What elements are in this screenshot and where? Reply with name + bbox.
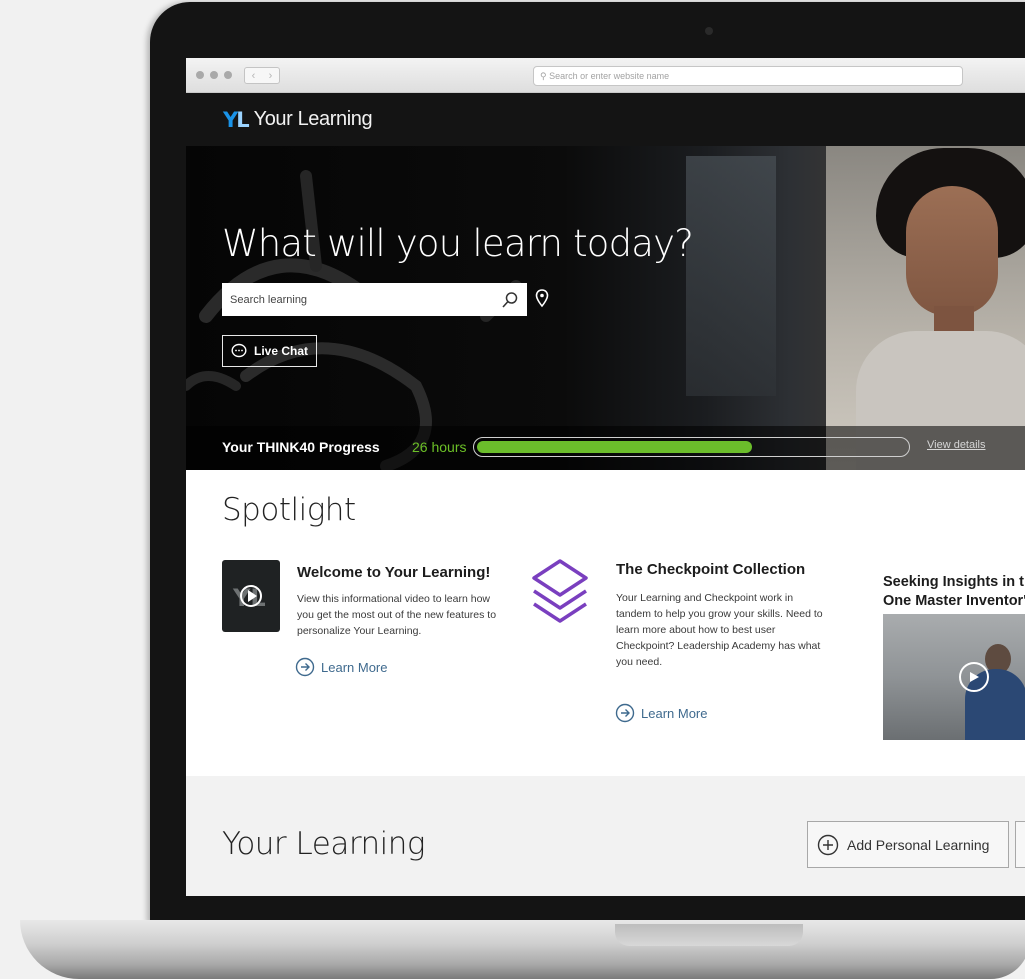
play-video-icon [959, 662, 989, 692]
search-box [222, 283, 527, 316]
hero-title: What will you learn today? [222, 222, 694, 265]
welcome-card-title[interactable]: Welcome to Your Learning! [297, 564, 490, 581]
spotlight-title: Spotlight [222, 492, 356, 528]
your-learning-logo[interactable]: YL [223, 108, 250, 132]
laptop-hinge-notch [615, 924, 803, 946]
welcome-card-description: View this informational video to learn h… [297, 593, 497, 637]
plus-circle-icon [817, 834, 839, 855]
your-learning-title: Your Learning [222, 826, 426, 862]
welcome-learn-more-link[interactable]: Learn More [295, 657, 387, 677]
laptop-base [20, 920, 1025, 979]
view-details-link[interactable]: View details [927, 439, 986, 451]
hero-background-window [686, 156, 776, 396]
secondary-action-button[interactable] [1015, 821, 1025, 868]
search-input[interactable] [230, 293, 470, 306]
app-title[interactable]: Your Learning [254, 108, 373, 131]
insights-card-title[interactable]: Seeking Insights in th One Master Invent… [883, 573, 1025, 611]
app-header: YL Your Learning [186, 93, 1025, 146]
checkpoint-card-description: Your Learning and Checkpoint work in tan… [616, 592, 823, 668]
progress-hours: 26 hours [412, 439, 467, 455]
your-learning-section: Your Learning Add Personal Learning [186, 776, 1025, 896]
portrait-face [906, 186, 998, 316]
add-personal-learning-button[interactable]: Add Personal Learning [807, 821, 1009, 868]
location-pin-icon[interactable] [535, 289, 549, 308]
live-chat-button[interactable]: Live Chat [222, 335, 317, 367]
progress-bar [473, 437, 910, 457]
camera-icon [705, 27, 713, 35]
checkpoint-learn-more-link[interactable]: Learn More [615, 703, 707, 723]
close-window-icon[interactable] [196, 71, 204, 79]
url-search-icon: ⚲ [540, 71, 550, 81]
url-bar[interactable]: ⚲ Search or enter website name [533, 66, 963, 86]
hero-banner: What will you learn today? Live Chat You… [186, 146, 1025, 470]
back-arrow-icon[interactable]: ‹ [252, 70, 256, 82]
add-personal-learning-label: Add Personal Learning [847, 836, 990, 853]
minimize-window-icon[interactable] [210, 71, 218, 79]
checkpoint-card-title[interactable]: The Checkpoint Collection [616, 561, 805, 578]
live-chat-label: Live Chat [254, 344, 309, 358]
url-placeholder: Search or enter website name [549, 71, 670, 81]
progress-bar-fill [477, 441, 752, 453]
chat-bubble-icon [231, 343, 247, 358]
arrow-right-circle-icon [615, 703, 635, 723]
insights-title-line1: Seeking Insights in th [883, 574, 1025, 590]
learn-more-label: Learn More [321, 659, 388, 675]
browser-nav-arrows: ‹ › [244, 67, 280, 84]
insights-video-thumbnail[interactable] [883, 614, 1025, 740]
layers-icon [532, 559, 588, 623]
progress-row: Your THINK40 Progress 26 hours View deta… [186, 426, 1025, 470]
play-video-icon: YL [232, 584, 266, 612]
arrow-right-circle-icon [295, 657, 315, 677]
welcome-video-thumbnail[interactable]: YL [222, 560, 280, 632]
insights-title-line2: One Master Inventor' [883, 593, 1025, 609]
progress-label: Your THINK40 Progress [222, 439, 380, 455]
search-icon[interactable] [501, 291, 519, 309]
forward-arrow-icon[interactable]: › [269, 70, 273, 82]
screen: ‹ › ⚲ Search or enter website name YL Yo… [186, 58, 1025, 896]
browser-toolbar: ‹ › ⚲ Search or enter website name [186, 58, 1025, 93]
spotlight-section: Spotlight YL Welcome to Your Learning! V… [186, 470, 1025, 776]
maximize-window-icon[interactable] [224, 71, 232, 79]
learn-more-label: Learn More [641, 705, 708, 721]
